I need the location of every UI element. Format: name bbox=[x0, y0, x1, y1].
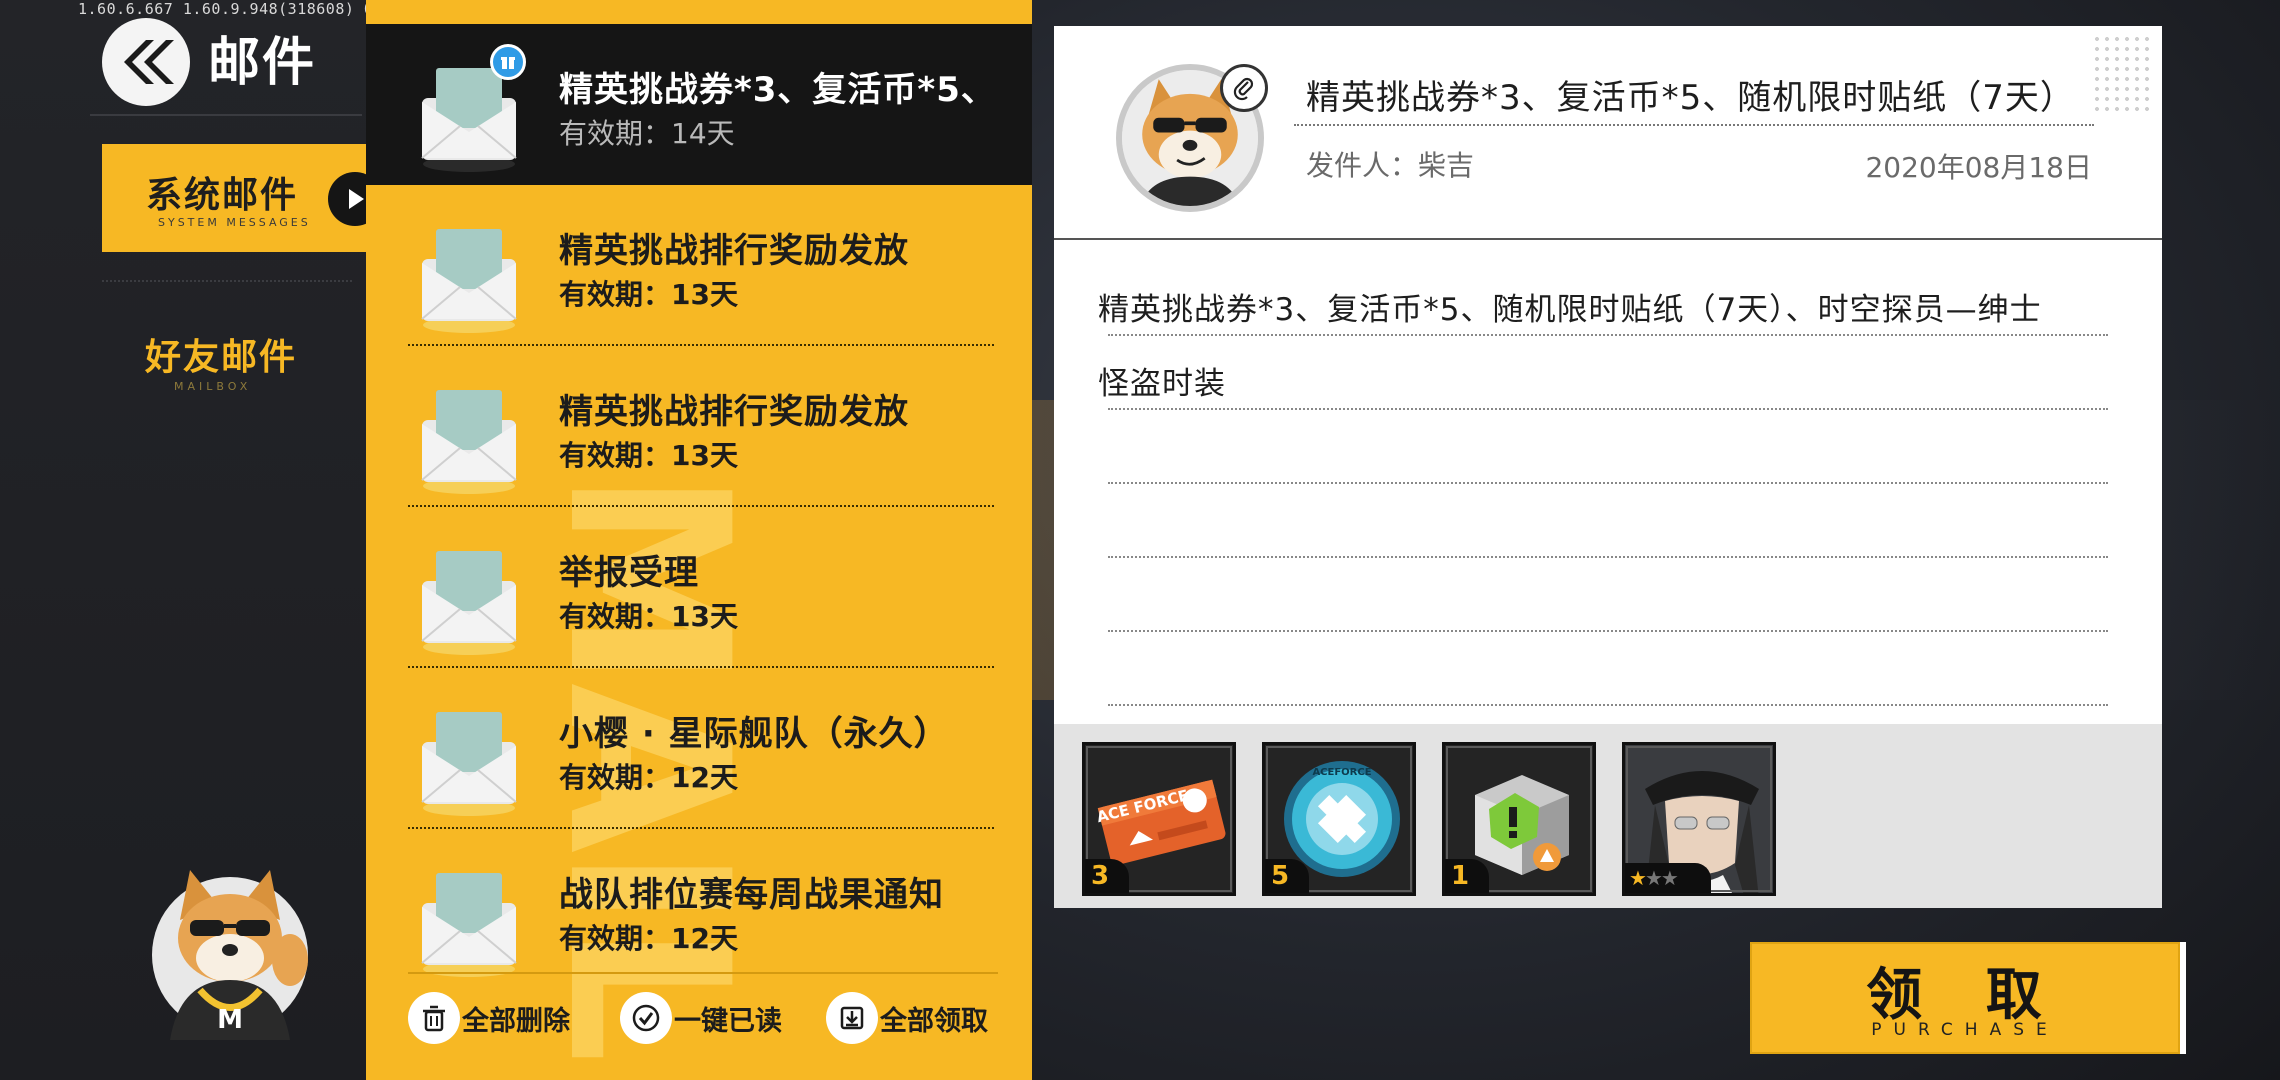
mail-list[interactable]: MAIL 精英挑战券*3、复活币*5、 有效期：14天 精英挑战排行奖励发放 有… bbox=[366, 0, 1032, 1080]
attachment-badge-icon bbox=[490, 44, 526, 80]
mail-title: 小樱 · 星际舰队（永久） bbox=[559, 714, 949, 754]
mail-title: 精英挑战券*3、复活币*5、 bbox=[559, 70, 996, 110]
mail-item[interactable]: 小樱 · 星际舰队（永久） 有效期：12天 bbox=[366, 668, 1032, 829]
mail-item[interactable]: 精英挑战排行奖励发放 有效期：13天 bbox=[366, 185, 1032, 346]
claim-all-label: 全部领取 bbox=[880, 1005, 988, 1037]
body-line bbox=[1108, 484, 2108, 558]
paperclip-icon bbox=[1220, 64, 1268, 112]
mail-item[interactable]: 精英挑战排行奖励发放 有效期：13天 bbox=[366, 346, 1032, 507]
rarity-stars: ★★★ bbox=[1625, 863, 1711, 893]
check-circle-icon bbox=[620, 992, 672, 1044]
claim-all-button[interactable]: 全部领取 bbox=[826, 992, 988, 1044]
download-box-icon bbox=[826, 992, 878, 1044]
delete-all-label: 全部删除 bbox=[462, 1005, 570, 1037]
body-line: 怪盗时装 bbox=[1098, 336, 2108, 410]
mail-item[interactable]: 战队排位赛每周战果通知 有效期：12天 bbox=[366, 829, 1032, 990]
divider bbox=[102, 280, 352, 282]
mail-detail-panel: 精英挑战券*3、复活币*5、随机限时贴纸（7天） 发件人：柴吉 2020年08月… bbox=[1054, 26, 2162, 908]
open-envelope-icon bbox=[421, 551, 517, 655]
mail-detail-header: 精英挑战券*3、复活币*5、随机限时贴纸（7天） 发件人：柴吉 2020年08月… bbox=[1054, 26, 2162, 240]
divider bbox=[1294, 124, 2094, 126]
reward-count: 5 bbox=[1265, 859, 1309, 893]
mail-title: 举报受理 bbox=[559, 553, 699, 593]
open-envelope-icon bbox=[421, 712, 517, 816]
open-envelope-icon bbox=[421, 873, 517, 977]
reward-item[interactable]: ACE FORCE 3 bbox=[1082, 742, 1236, 896]
claim-sublabel: PURCHASE bbox=[1871, 1020, 2059, 1040]
delete-all-button[interactable]: 全部删除 bbox=[408, 992, 570, 1044]
reward-count: 1 bbox=[1445, 859, 1489, 893]
read-all-label: 一键已读 bbox=[674, 1005, 782, 1037]
mail-item[interactable]: 精英挑战券*3、复活币*5、 有效期：14天 bbox=[366, 24, 1032, 185]
divider bbox=[90, 114, 362, 116]
body-line bbox=[1108, 558, 2108, 632]
reward-item[interactable]: 1 bbox=[1442, 742, 1596, 896]
page-title: 邮件 bbox=[208, 33, 317, 93]
mail-expiry: 有效期：13天 bbox=[559, 439, 738, 472]
read-all-button[interactable]: 一键已读 bbox=[620, 992, 782, 1044]
mail-item[interactable]: 举报受理 有效期：13天 bbox=[366, 507, 1032, 668]
shiba-mascot-avatar: M bbox=[152, 870, 308, 1040]
double-chevron-left-icon bbox=[124, 40, 174, 84]
claim-label: 领 取 bbox=[1866, 963, 2064, 1028]
decorative-dots bbox=[2092, 34, 2152, 114]
body-line bbox=[1108, 410, 2108, 484]
mail-expiry: 有效期：13天 bbox=[559, 600, 738, 633]
claim-button[interactable]: 领 取 PURCHASE bbox=[1750, 942, 2186, 1054]
reward-items: ACE FORCE 3 ACEFORCE 5 1 ★★★ bbox=[1054, 724, 2162, 908]
reward-item[interactable]: ★★★ bbox=[1622, 742, 1776, 896]
mail-actions-bar: 全部删除 一键已读 全部领取 bbox=[408, 972, 998, 1044]
mail-expiry: 有效期：14天 bbox=[559, 117, 735, 150]
tab-sublabel: SYSTEM MESSAGES bbox=[158, 216, 311, 229]
mail-title: 精英挑战排行奖励发放 bbox=[559, 231, 909, 271]
reward-count: 3 bbox=[1085, 859, 1129, 893]
reward-item[interactable]: ACEFORCE 5 bbox=[1262, 742, 1416, 896]
body-line: 精英挑战券*3、复活币*5、随机限时贴纸（7天）、时空探员—绅士 bbox=[1098, 262, 2108, 336]
mail-title: 战队排位赛每周战果通知 bbox=[559, 875, 944, 915]
mail-date: 2020年08月18日 bbox=[1865, 151, 2092, 184]
mail-expiry: 有效期：12天 bbox=[559, 922, 738, 955]
open-envelope-icon bbox=[421, 229, 517, 333]
svg-text:M: M bbox=[217, 1005, 243, 1035]
mail-sender: 发件人：柴吉 bbox=[1306, 149, 1475, 182]
tab-label: 系统邮件 bbox=[146, 175, 299, 216]
tab-label: 好友邮件 bbox=[145, 337, 298, 378]
mail-title: 精英挑战排行奖励发放 bbox=[559, 392, 909, 432]
back-button[interactable] bbox=[102, 18, 190, 106]
trash-icon bbox=[408, 992, 460, 1044]
open-envelope-icon bbox=[421, 390, 517, 494]
svg-text:ACEFORCE: ACEFORCE bbox=[1312, 767, 1371, 778]
mail-body: 精英挑战券*3、复活币*5、随机限时贴纸（7天）、时空探员—绅士 怪盗时装 bbox=[1098, 262, 2108, 706]
mail-expiry: 有效期：12天 bbox=[559, 761, 738, 794]
mail-detail-title: 精英挑战券*3、复活币*5、随机限时贴纸（7天） bbox=[1306, 78, 2075, 118]
tab-sublabel: MAILBOX bbox=[174, 380, 252, 393]
mail-expiry: 有效期：13天 bbox=[559, 278, 738, 311]
body-line bbox=[1108, 632, 2108, 706]
